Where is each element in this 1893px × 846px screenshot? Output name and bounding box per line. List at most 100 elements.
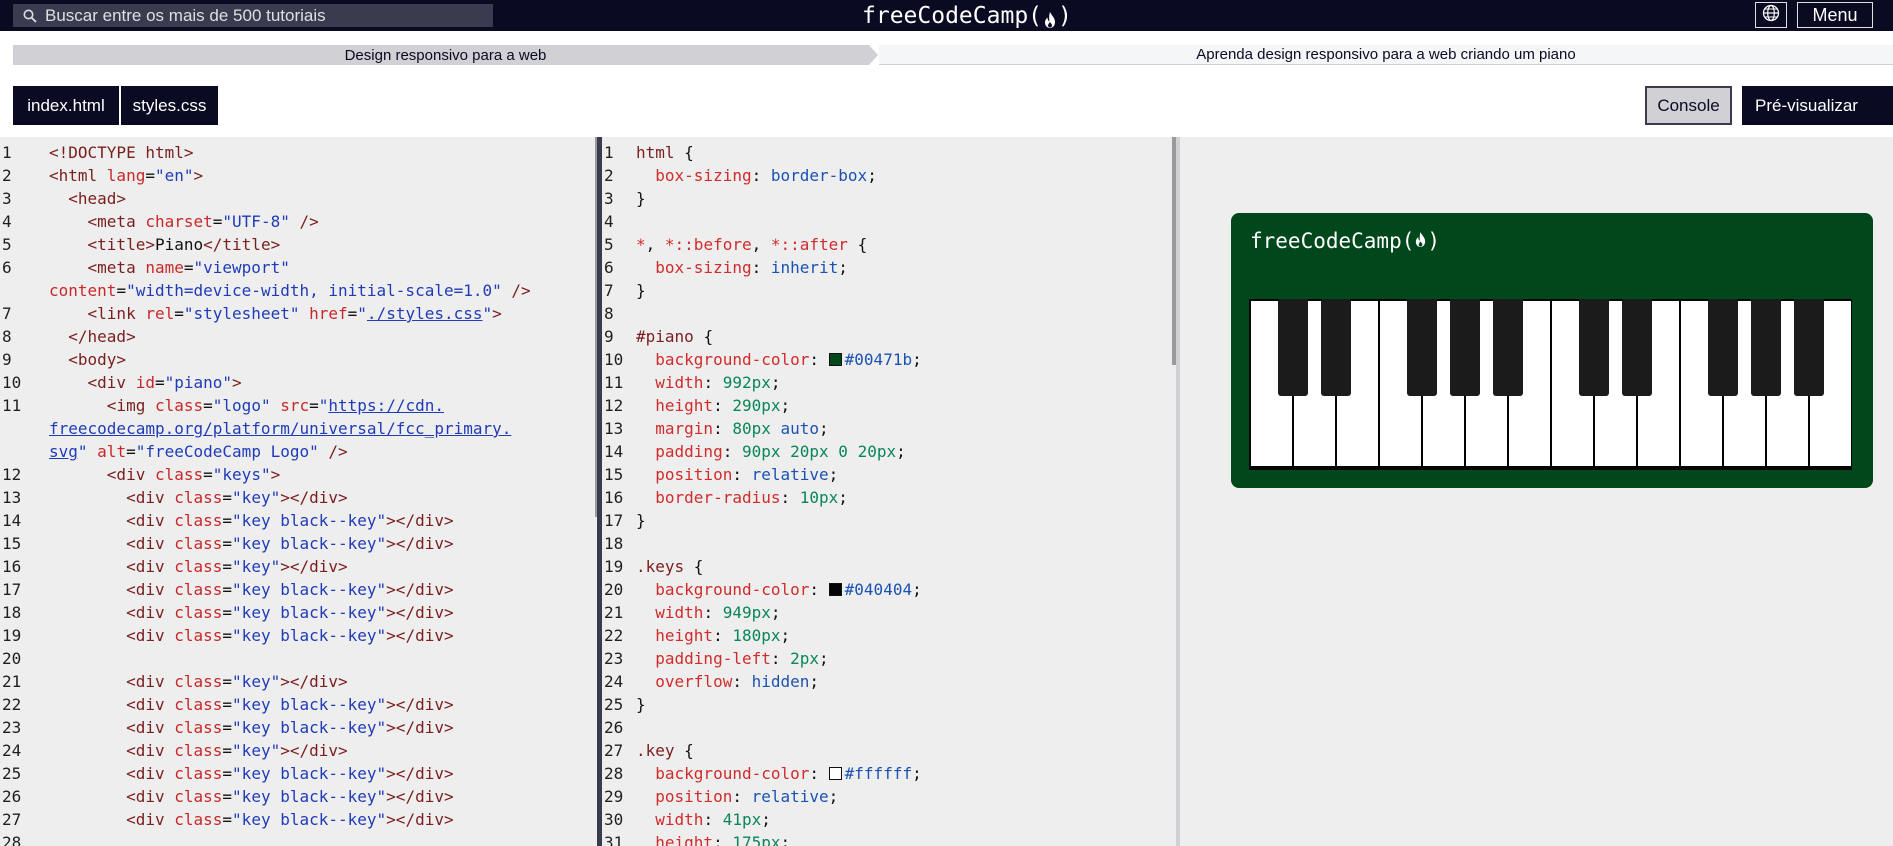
code-text: <div class="key black--key"></div> — [126, 810, 454, 829]
code-text: position: relative; — [655, 465, 839, 484]
menu-button[interactable]: Menu — [1797, 2, 1873, 28]
code-text: width: 41px; — [655, 810, 771, 829]
piano-logo: freeCodeCamp( ) — [1250, 229, 1440, 253]
code-text: html { — [636, 143, 694, 162]
code-text: <div class="key black--key"></div> — [126, 695, 454, 714]
line-number: 19 — [2, 626, 22, 645]
preview-button[interactable]: Pré-visualizar — [1742, 86, 1893, 125]
code-text: width: 949px; — [655, 603, 781, 622]
color-swatch — [828, 353, 842, 366]
line-number: 10 — [604, 350, 624, 369]
code-text: <meta name="viewport" — [87, 258, 290, 277]
code-text: border-radius: 10px; — [655, 488, 848, 507]
code-text: <div class="key black--key"></div> — [126, 626, 454, 645]
line-number: 5 — [604, 235, 614, 254]
line-number: 25 — [604, 695, 624, 714]
flame-icon — [1043, 7, 1057, 28]
line-number: 18 — [2, 603, 22, 622]
code-text: <div id="piano"> — [87, 373, 242, 392]
tab-index-html[interactable]: index.html — [13, 86, 119, 125]
code-text: <div class="key black--key"></div> — [126, 580, 454, 599]
line-number: 27 — [2, 810, 22, 829]
black-key — [1708, 299, 1738, 396]
line-number: 31 — [604, 833, 624, 846]
breadcrumb: Design responsivo para a web Aprenda des… — [13, 45, 1893, 65]
code-text: } — [636, 189, 646, 208]
search-bar[interactable]: Buscar entre os mais de 500 tutoriais — [13, 4, 493, 27]
code-text: <title>Piano</title> — [87, 235, 281, 254]
code-text: <div class="key black--key"></div> — [126, 511, 454, 530]
line-number: 22 — [2, 695, 22, 714]
language-button[interactable] — [1755, 2, 1787, 28]
code-text: <!DOCTYPE html> — [49, 143, 194, 162]
globe-icon — [1762, 4, 1780, 27]
black-key — [1278, 299, 1308, 396]
black-key — [1450, 299, 1480, 396]
line-number: 29 — [604, 787, 624, 806]
code-text: overflow: hidden; — [655, 672, 820, 691]
breadcrumb-course[interactable]: Design responsivo para a web — [13, 45, 878, 65]
code-text: </head> — [68, 327, 136, 346]
code-text: box-sizing: inherit; — [655, 258, 848, 277]
code-text: margin: 80px auto; — [655, 419, 829, 438]
line-number: 28 — [604, 764, 624, 783]
piano-logo-prefix: freeCodeCamp( — [1250, 229, 1415, 253]
color-swatch — [828, 767, 842, 780]
code-text: <div class="key black--key"></div> — [126, 787, 454, 806]
line-number: 4 — [604, 212, 614, 231]
code-text: <link rel="stylesheet" href="./styles.cs… — [87, 304, 502, 323]
black-key — [1579, 299, 1609, 396]
line-number: 28 — [2, 833, 22, 846]
line-number: 19 — [604, 557, 624, 576]
line-number: 11 — [604, 373, 624, 392]
code-text: <div class="key black--key"></div> — [126, 764, 454, 783]
line-number: 4 — [2, 212, 12, 231]
css-code-editor[interactable]: 1 html {2 box-sizing: border-box; 3} 4 5 *, *… — [602, 137, 1176, 846]
line-number: 1 — [604, 143, 614, 162]
code-text: height: 290px; — [655, 396, 791, 415]
freecodecamp-logo[interactable]: freeCodeCamp( ) — [862, 1, 1072, 31]
line-number: 30 — [604, 810, 624, 829]
breadcrumb-project[interactable]: Aprenda design responsivo para a web cri… — [879, 45, 1893, 65]
color-swatch — [828, 583, 842, 596]
code-text: height: 180px; — [655, 626, 791, 645]
line-number: 2 — [2, 166, 12, 185]
code-text: <html lang="en"> — [49, 166, 204, 185]
line-number: 24 — [2, 741, 22, 760]
preview-label: Pré-visualizar — [1755, 95, 1858, 115]
line-number: 24 — [604, 672, 624, 691]
piano: freeCodeCamp( ) — [1231, 213, 1873, 488]
line-number: 7 — [2, 304, 12, 323]
line-number: 13 — [604, 419, 624, 438]
black-key — [1493, 299, 1523, 396]
line-number: 23 — [604, 649, 624, 668]
line-number: 8 — [604, 304, 614, 323]
code-text: background-color: #00471b; — [655, 350, 922, 369]
code-text: <div class="key"></div> — [126, 557, 348, 576]
line-number: 14 — [604, 442, 624, 461]
html-code-editor[interactable]: 1 <!DOCTYPE html> 2 <html lang="en"> 3 <head… — [0, 137, 597, 846]
line-number: 13 — [2, 488, 22, 507]
code-text: padding: 90px 20px 0 20px; — [655, 442, 906, 461]
line-number: 1 — [2, 143, 12, 162]
code-text: .key { — [636, 741, 694, 760]
black-key — [1321, 299, 1351, 396]
code-text: <meta charset="UTF-8" /> — [87, 212, 319, 231]
black-key — [1751, 299, 1781, 396]
piano-keys — [1249, 299, 1852, 470]
line-number: 9 — [2, 350, 12, 369]
code-text: <body> — [68, 350, 127, 369]
console-button[interactable]: Console — [1645, 86, 1732, 125]
code-text: svg" alt="freeCodeCamp Logo" /> — [49, 442, 348, 461]
search-input[interactable]: Buscar entre os mais de 500 tutoriais — [45, 6, 326, 26]
tab-styles-css[interactable]: styles.css — [121, 86, 218, 125]
line-number: 10 — [2, 373, 22, 392]
line-number: 23 — [2, 718, 22, 737]
line-number: 8 — [2, 327, 12, 346]
code-text: <div class="key black--key"></div> — [126, 718, 454, 737]
piano-logo-suffix: ) — [1427, 229, 1441, 253]
code-text: <img class="logo" src="https://cdn. — [106, 396, 444, 415]
flame-icon — [1414, 229, 1427, 253]
line-number: 3 — [2, 189, 12, 208]
line-number: 5 — [2, 235, 12, 254]
